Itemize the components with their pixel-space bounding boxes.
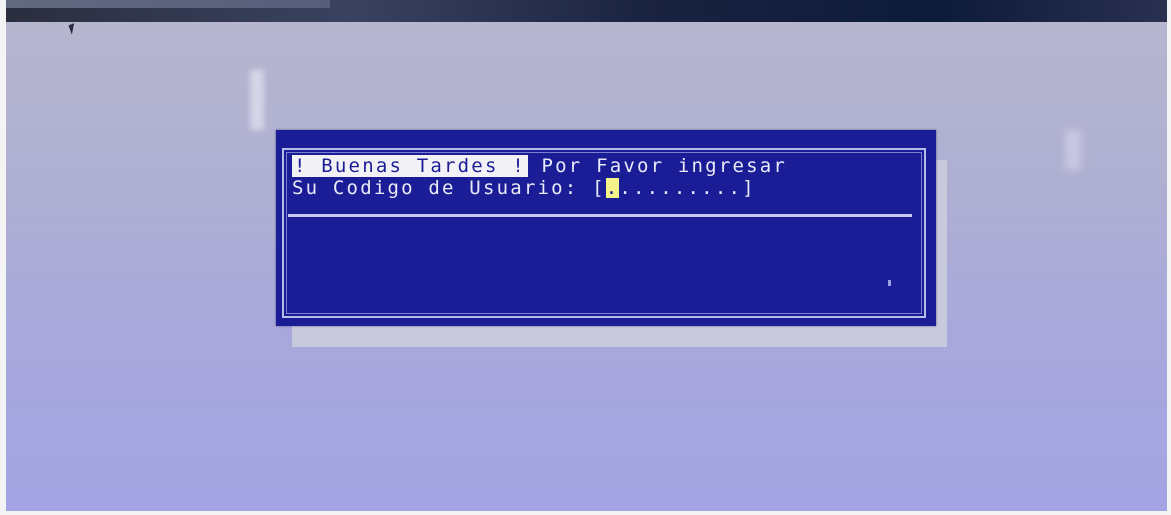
user-code-line: Su Codigo de Usuario: [..........] [292,178,756,198]
bottom-border [0,511,1171,515]
greeting-highlight: ! Buenas Tardes ! [292,155,528,177]
login-dialog: ! Buenas Tardes ! Por Favor ingresar Su … [276,130,936,326]
left-border [0,0,6,515]
status-marker [888,280,891,286]
dialog-separator [288,214,912,217]
mouse-pointer-icon [68,23,78,35]
text-caret: . [605,177,620,199]
bezel-strip [0,0,330,8]
field-open-bracket: [ [592,177,606,199]
greeting-line: ! Buenas Tardes ! Por Favor ingresar [292,155,788,177]
screen-glare [250,70,264,130]
field-placeholder-dots: ......... [619,177,743,199]
prompt-text: Por Favor ingresar [527,155,788,177]
top-bezel [0,0,1171,22]
right-border [1167,0,1171,515]
field-close-bracket: ] [742,177,756,199]
screen-glare-right [1065,130,1081,170]
monitor-screen: ! Buenas Tardes ! Por Favor ingresar Su … [0,0,1171,515]
user-code-label: Su Codigo de Usuario: [292,177,593,199]
user-code-input[interactable]: [..........] [592,177,756,199]
